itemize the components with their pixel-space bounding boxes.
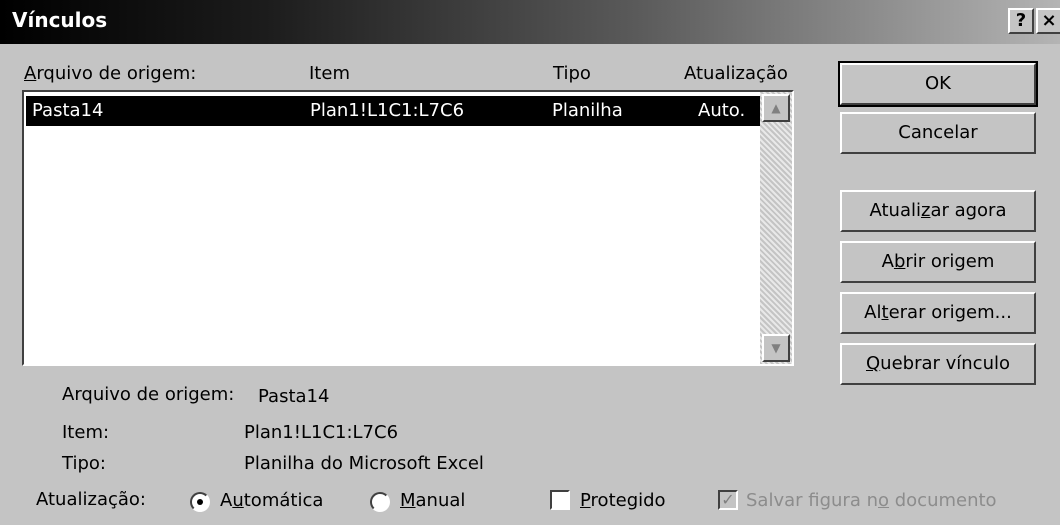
mnemonic-letter: z [920,200,931,221]
change-source-label: Alterar origem... [864,302,1012,323]
manual-radio-label[interactable]: Manual [400,490,465,511]
open-source-button[interactable]: Abrir origem [840,241,1036,283]
header-atualizacao: Atualização [684,63,788,84]
scroll-up-arrow-icon[interactable]: ▲ [762,94,790,122]
title-bar: Vínculos ? × [0,0,1060,44]
row-arquivo: Pasta14 [32,100,104,121]
detail-arquivo-label: Arquivo de origem: [62,384,235,405]
list-item-selected[interactable]: Pasta14 Plan1!L1C1:L7C6 Planilha Auto. [26,96,760,126]
row-tipo: Planilha [552,100,623,121]
list-scrollbar[interactable]: ▲ ▼ [760,92,792,364]
save-picture-label: Salvar figura no documento [746,490,997,511]
close-button[interactable]: × [1036,8,1060,34]
protected-checkbox-label[interactable]: Protegido [580,490,666,511]
save-picture-checkbox: ✓ [718,490,738,510]
manual-label-text: Manual [400,490,466,511]
header-arquivo-mnemonic: A [24,63,37,84]
break-link-button[interactable]: Quebrar vínculo [840,343,1036,385]
cancel-button[interactable]: Cancelar [840,112,1036,154]
mnemonic-letter: P [580,490,591,511]
change-source-button[interactable]: Alterar origem... [840,292,1036,334]
break-link-label: Quebrar vínculo [865,353,1010,374]
automatic-radio[interactable] [190,492,210,512]
header-item: Item [309,63,350,84]
protected-label-text: Protegido [580,490,666,511]
detail-arquivo-value: Pasta14 [258,386,330,407]
open-source-label: Abrir origem [881,251,995,272]
ok-button[interactable]: OK [838,61,1038,107]
links-list[interactable]: Pasta14 Plan1!L1C1:L7C6 Planilha Auto. ▲… [22,90,794,366]
scroll-down-arrow-icon[interactable]: ▼ [762,334,790,362]
detail-tipo-value: Planilha do Microsoft Excel [244,453,484,474]
detail-item-value: Plan1!L1C1:L7C6 [244,422,399,443]
row-item: Plan1!L1C1:L7C6 [310,100,465,121]
manual-radio[interactable] [370,492,390,512]
header-arquivo-rest: rquivo de origem: [36,63,197,84]
header-tipo: Tipo [553,63,591,84]
detail-item-label: Item: [62,422,110,443]
links-dialog: Vínculos ? × Arquivo de origem: Item Tip… [0,0,1060,525]
update-mode-label: Atualização: [36,489,146,510]
mnemonic-letter: o [878,490,890,511]
checkmark-icon: ✓ [721,490,735,509]
mnemonic-letter: b [893,251,906,272]
mnemonic-letter: t [881,302,889,323]
header-arquivo: Arquivo de origem: [24,63,196,84]
update-now-button[interactable]: Atualizar agora [840,190,1036,232]
mnemonic-letter: M [400,490,416,511]
protected-checkbox[interactable] [550,490,570,510]
window-title: Vínculos [12,8,108,32]
mnemonic-letter: u [232,490,244,511]
update-now-label: Atualizar agora [869,200,1007,221]
automatic-label-text: Automática [220,490,324,511]
save-picture-label-text: Salvar figura no documento [746,490,997,511]
row-atualizacao: Auto. [698,100,746,121]
mnemonic-letter: Q [865,353,881,374]
radio-selected-dot [197,499,203,505]
detail-tipo-label: Tipo: [62,453,106,474]
automatic-radio-label[interactable]: Automática [220,490,323,511]
help-button[interactable]: ? [1008,8,1034,34]
